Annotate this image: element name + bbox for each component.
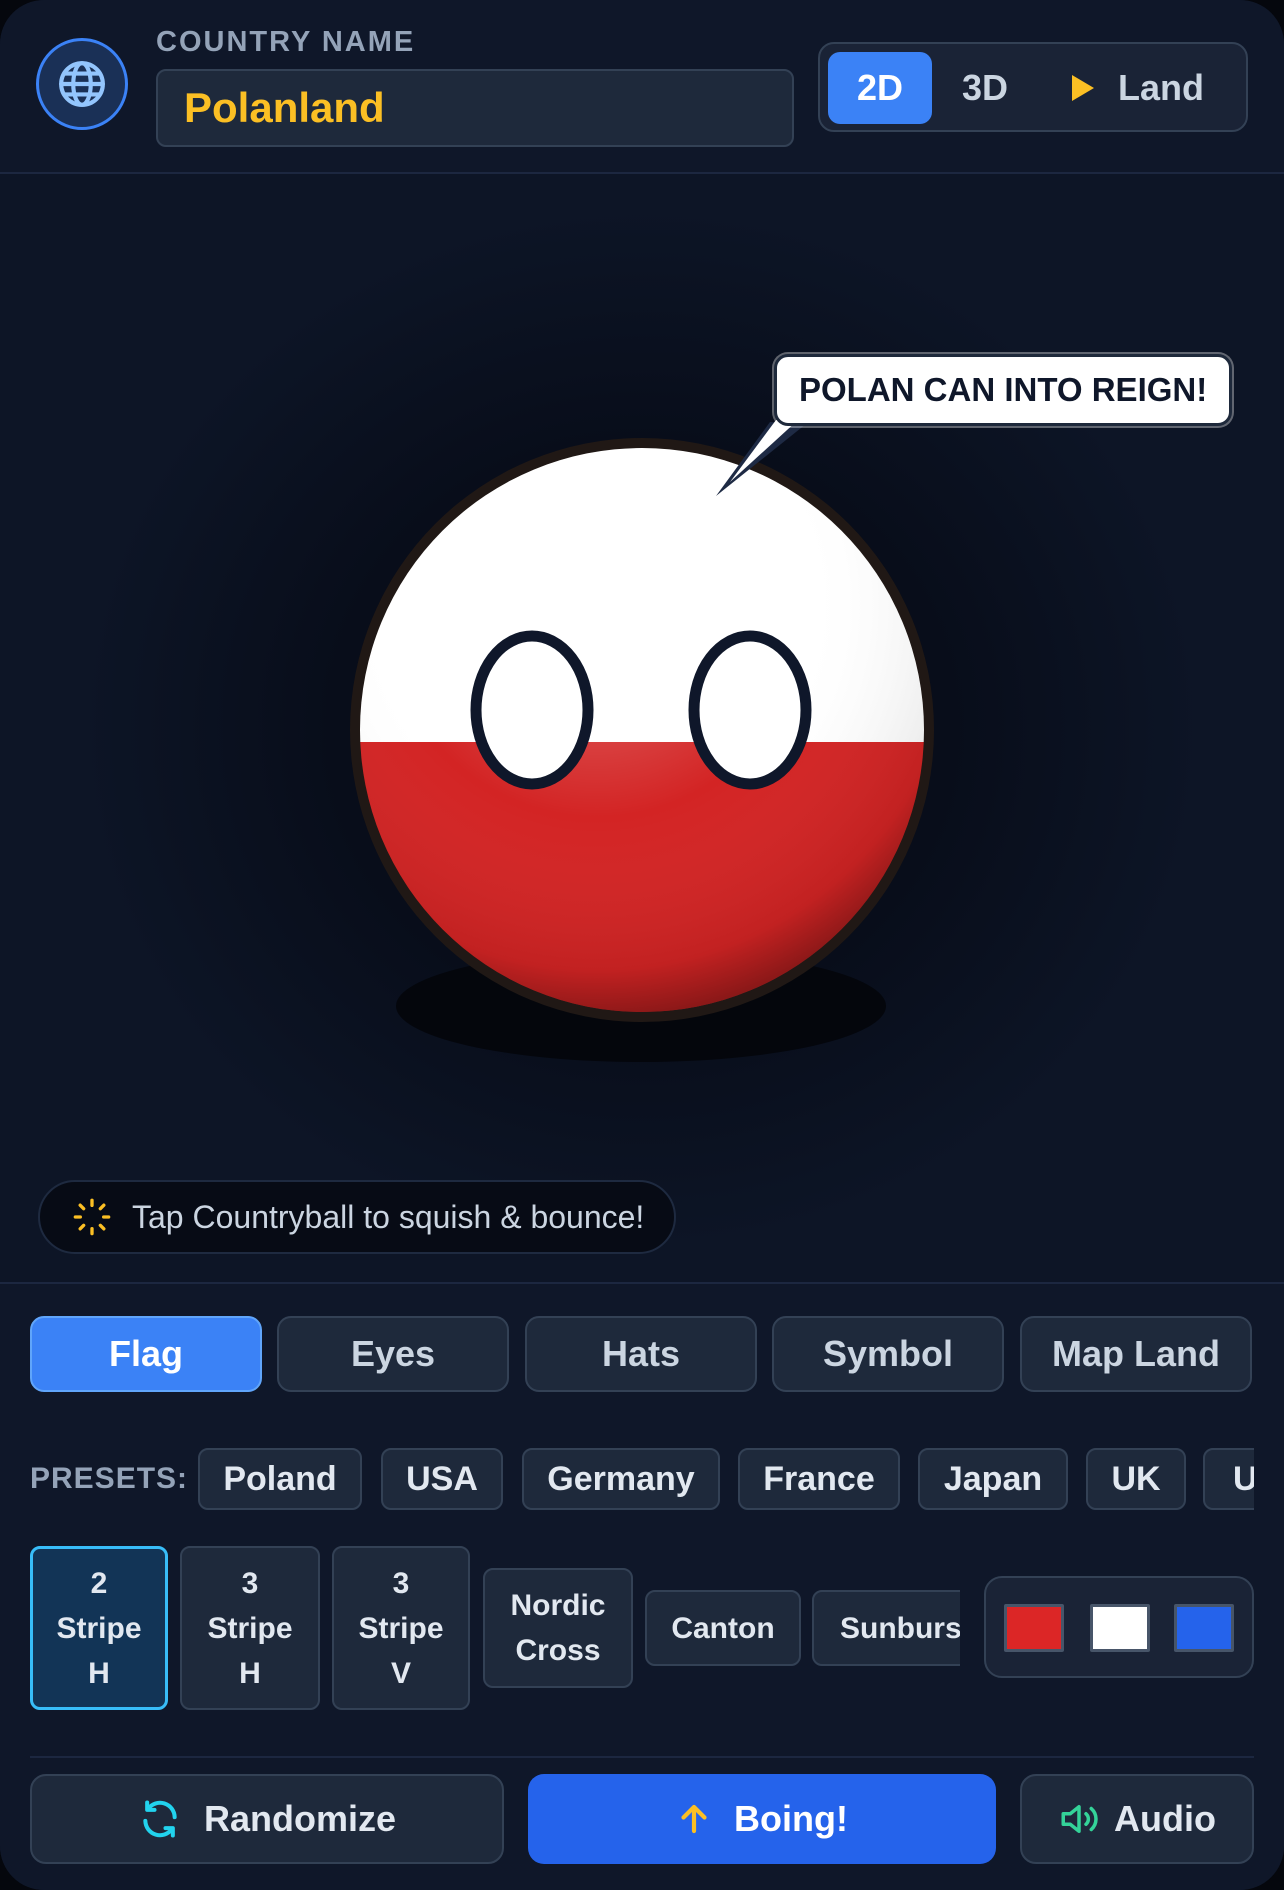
preset-france[interactable]: France	[738, 1448, 900, 1510]
arrow-up-icon	[676, 1801, 712, 1837]
preset-japan[interactable]: Japan	[918, 1448, 1068, 1510]
speaker-icon	[1058, 1798, 1100, 1840]
countryball-stage: POLAN CAN INTO REIGN! Tap Countryball to…	[0, 174, 1284, 1282]
globe-button[interactable]	[36, 38, 128, 130]
pattern-3-stripe-v[interactable]: 3 Stripe V	[332, 1546, 470, 1710]
color-swatches	[984, 1576, 1254, 1678]
tab-eyes[interactable]: Eyes	[277, 1316, 509, 1392]
randomize-label: Randomize	[203, 1798, 397, 1839]
pattern-line: H	[239, 1656, 261, 1690]
pattern-nordic-cross[interactable]: Nordic Cross	[483, 1568, 633, 1688]
tap-hint-text: Tap Countryball to squish & bounce!	[132, 1198, 645, 1235]
preset-uk[interactable]: UK	[1086, 1448, 1186, 1510]
countryball[interactable]	[344, 432, 940, 1028]
tab-hats[interactable]: Hats	[525, 1316, 757, 1392]
panel-divider	[30, 1756, 1254, 1758]
preset-usa[interactable]: USA	[381, 1448, 503, 1510]
pattern-line: V	[390, 1656, 411, 1690]
color-swatch-blue[interactable]	[1174, 1604, 1234, 1652]
preset-partial[interactable]: U	[1203, 1448, 1254, 1510]
tab-flag[interactable]: Flag	[30, 1316, 262, 1392]
pattern-line: Cross	[515, 1634, 601, 1667]
pattern-line: Canton	[671, 1611, 775, 1645]
preset-germany[interactable]: Germany	[522, 1448, 720, 1510]
pattern-line: Stripe	[207, 1611, 293, 1645]
color-swatch-red[interactable]	[1004, 1604, 1064, 1652]
pattern-canton[interactable]: Canton	[645, 1590, 801, 1666]
pattern-line: Stripe	[56, 1611, 142, 1645]
randomize-button[interactable]: Randomize	[30, 1774, 504, 1864]
presets-label: PRESETS:	[30, 1462, 189, 1495]
boing-button[interactable]: Boing!	[528, 1774, 996, 1864]
tab-symbol[interactable]: Symbol	[772, 1316, 1004, 1392]
view-mode-toggle: 2D 3D Land	[818, 42, 1248, 132]
mode-2d-button[interactable]: 2D	[828, 52, 932, 124]
globe-icon	[59, 61, 105, 107]
right-eye	[688, 630, 812, 790]
pattern-line: H	[88, 1656, 110, 1690]
pattern-sunburst[interactable]: Sunburs	[812, 1590, 960, 1666]
tab-map-land[interactable]: Map Land	[1020, 1316, 1252, 1392]
mode-land-label: Land	[1118, 67, 1204, 108]
play-icon	[1070, 73, 1096, 103]
preset-poland[interactable]: Poland	[198, 1448, 362, 1510]
pattern-line: 3	[241, 1566, 259, 1600]
country-name-label: COUNTRY NAME	[156, 26, 416, 58]
left-eye	[470, 630, 594, 790]
mode-3d-button[interactable]: 3D	[942, 52, 1028, 124]
audio-button[interactable]: Audio	[1020, 1774, 1254, 1864]
pattern-line: 3	[392, 1566, 410, 1600]
audio-label: Audio	[1114, 1798, 1216, 1839]
pattern-line: Sunburs	[840, 1611, 960, 1645]
mode-land-button[interactable]: Land	[1070, 52, 1240, 124]
control-panel: Flag Eyes Hats Symbol Map Land PRESETS: …	[0, 1282, 1284, 1890]
speech-bubble-tail	[716, 420, 806, 496]
pattern-line: 2	[90, 1566, 108, 1600]
tap-hint-pill: Tap Countryball to squish & bounce!	[38, 1180, 677, 1254]
pattern-scroller-edge: Sunburs	[812, 1590, 960, 1666]
countryball-app: COUNTRY NAME 2D 3D Land	[0, 0, 1284, 1890]
pattern-2-stripe-h[interactable]: 2 Stripe H	[30, 1546, 168, 1710]
presets-scroller: Poland USA Germany France Japan UK U	[196, 1446, 1254, 1514]
pattern-line: Stripe	[358, 1611, 444, 1645]
country-name-input[interactable]	[156, 69, 794, 147]
header-bar: COUNTRY NAME 2D 3D Land	[0, 0, 1284, 174]
pattern-line: Nordic	[510, 1589, 606, 1622]
pattern-3-stripe-h[interactable]: 3 Stripe H	[180, 1546, 320, 1710]
speech-bubble: POLAN CAN INTO REIGN!	[774, 354, 1233, 426]
refresh-icon	[138, 1797, 182, 1841]
boing-label: Boing!	[734, 1798, 848, 1839]
color-swatch-white[interactable]	[1090, 1604, 1150, 1652]
sparkle-icon	[72, 1197, 112, 1237]
